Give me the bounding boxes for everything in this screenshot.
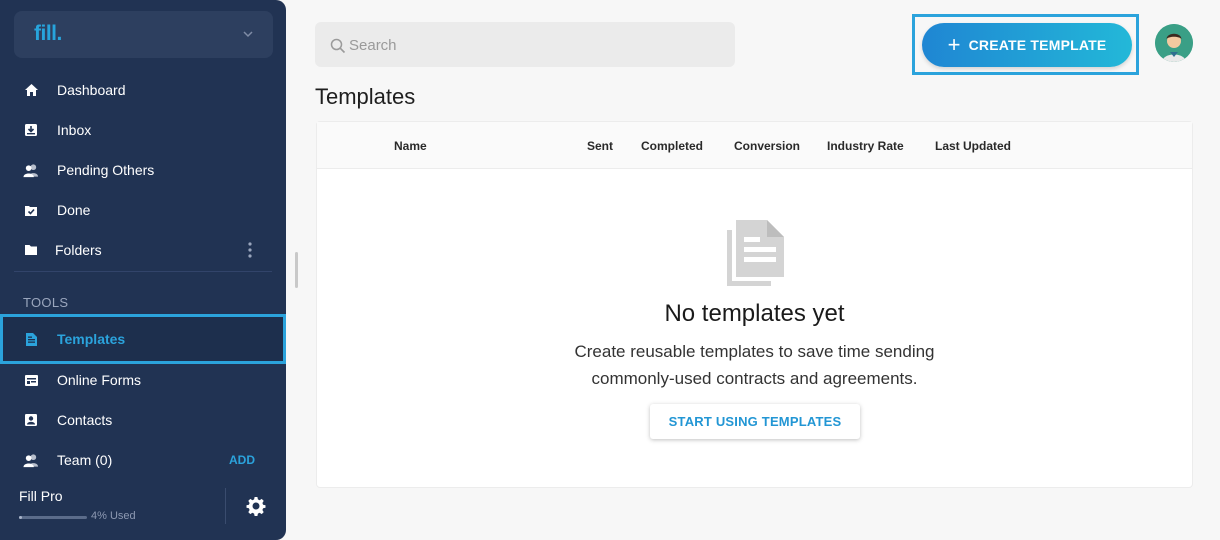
start-using-templates-button[interactable]: START USING TEMPLATES	[650, 404, 860, 439]
sidebar-item-label: Team (0)	[57, 452, 113, 468]
page-title: Templates	[315, 84, 416, 109]
create-template-highlight: + CREATE TEMPLATE	[912, 14, 1139, 75]
empty-state-description-line1: Create reusable templates to save time s…	[574, 342, 935, 361]
usage-progress-fill	[19, 516, 22, 519]
templates-table: Name Sent Completed Conversion Industry …	[316, 121, 1193, 488]
contact-icon	[23, 412, 39, 428]
empty-state-description: Create reusable templates to save time s…	[317, 338, 1192, 392]
search-input[interactable]	[349, 32, 719, 58]
plus-icon: +	[947, 32, 961, 57]
column-header-industry-rate[interactable]: Industry Rate	[827, 139, 904, 153]
workspace-switcher[interactable]: fill.	[14, 11, 273, 58]
document-stack-icon	[727, 220, 784, 286]
usage-progress-bar	[19, 516, 87, 519]
create-template-button[interactable]: + CREATE TEMPLATE	[922, 23, 1132, 67]
done-icon	[23, 202, 39, 218]
sidebar-item-label: Done	[57, 202, 91, 218]
search-icon	[330, 38, 346, 54]
app-logo: fill.	[34, 22, 62, 45]
plan-name: Fill Pro	[19, 488, 63, 504]
sidebar-item-team[interactable]: Team (0) ADD	[0, 440, 286, 480]
folder-icon	[23, 242, 39, 258]
sidebar-item-contacts[interactable]: Contacts	[0, 400, 286, 440]
column-header-last-updated[interactable]: Last Updated	[935, 139, 1011, 153]
column-header-conversion[interactable]: Conversion	[734, 139, 800, 153]
plan-panel: Fill Pro 4% Used	[0, 476, 286, 540]
section-label-tools: TOOLS	[23, 295, 69, 310]
sidebar-item-inbox[interactable]: Inbox	[0, 110, 286, 150]
team-icon	[23, 452, 39, 468]
sidebar: fill. Dashboard Inbox Pending Others Don…	[0, 0, 286, 540]
sidebar-item-label: Folders	[55, 242, 102, 258]
sidebar-resize-handle[interactable]	[295, 252, 298, 288]
sidebar-item-label: Pending Others	[57, 162, 155, 178]
table-header: Name Sent Completed Conversion Industry …	[317, 122, 1192, 169]
usage-text: 4% Used	[91, 510, 136, 522]
template-icon	[23, 331, 39, 347]
inbox-icon	[23, 122, 39, 138]
add-team-member-link[interactable]: ADD	[229, 453, 255, 467]
user-avatar-icon	[1155, 24, 1193, 62]
sidebar-item-label: Dashboard	[57, 82, 126, 98]
gear-icon[interactable]	[246, 496, 266, 516]
chevron-down-icon	[243, 31, 253, 38]
plan-divider	[225, 488, 226, 524]
sidebar-item-online-forms[interactable]: Online Forms	[0, 360, 286, 400]
column-header-completed[interactable]: Completed	[641, 139, 703, 153]
search-bar[interactable]	[315, 22, 735, 67]
sidebar-item-templates[interactable]: Templates	[0, 314, 286, 364]
column-header-name[interactable]: Name	[394, 139, 427, 153]
sidebar-item-pending-others[interactable]: Pending Others	[0, 150, 286, 190]
home-icon	[23, 82, 39, 98]
create-template-label: CREATE TEMPLATE	[968, 37, 1107, 53]
column-header-sent[interactable]: Sent	[587, 139, 613, 153]
sidebar-divider	[14, 271, 272, 272]
empty-state-description-line2: commonly-used contracts and agreements.	[591, 369, 918, 388]
sidebar-item-folders[interactable]: Folders	[0, 230, 286, 270]
avatar[interactable]	[1155, 24, 1193, 62]
sidebar-item-dashboard[interactable]: Dashboard	[0, 70, 286, 110]
sidebar-item-done[interactable]: Done	[0, 190, 286, 230]
form-icon	[23, 372, 39, 388]
empty-state-title: No templates yet	[664, 300, 845, 327]
more-options-icon[interactable]	[247, 241, 253, 259]
users-icon	[23, 162, 39, 178]
sidebar-item-label: Templates	[57, 331, 126, 347]
sidebar-item-label: Online Forms	[57, 372, 142, 388]
sidebar-item-label: Inbox	[57, 122, 92, 138]
sidebar-item-label: Contacts	[57, 412, 113, 428]
